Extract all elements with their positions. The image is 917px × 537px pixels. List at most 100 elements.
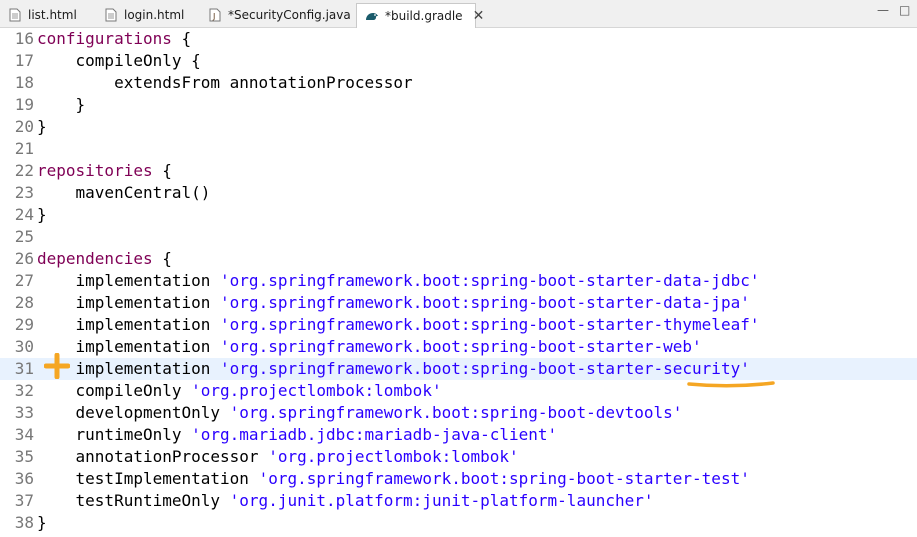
code-text: }: [37, 95, 86, 114]
code-token: implementation: [37, 271, 221, 290]
string-literal: 'org.springframework.boot:spring-boot-st…: [220, 293, 750, 312]
svg-text:J: J: [212, 12, 215, 21]
tab-build-gradle[interactable]: *build.gradle ✕: [356, 3, 484, 28]
string-literal: 'org.projectlombok:lombok': [268, 447, 519, 466]
code-text: annotationProcessor 'org.projectlombok:l…: [37, 446, 519, 468]
code-line[interactable]: 22 repositories {: [0, 160, 917, 182]
line-number: 23: [14, 183, 34, 202]
line-number: 20: [14, 117, 34, 136]
tab-label: *SecurityConfig.java: [228, 8, 351, 22]
code-line[interactable]: 18 extendsFrom annotationProcessor: [0, 72, 917, 94]
code-text: compileOnly 'org.projectlombok:lombok': [37, 380, 442, 402]
code-token: {: [171, 29, 192, 48]
code-line[interactable]: 36 testImplementation 'org.springframewo…: [0, 468, 917, 490]
code-text: testImplementation 'org.springframework.…: [37, 468, 750, 490]
code-editor[interactable]: 16 configurations {17 compileOnly {18 ext…: [0, 28, 917, 537]
code-token: testImplementation: [37, 469, 259, 488]
line-number: 24: [14, 205, 34, 224]
code-line[interactable]: 17 compileOnly {: [0, 50, 917, 72]
code-line[interactable]: 38}: [0, 512, 917, 534]
code-text: }: [37, 513, 47, 532]
code-token: runtimeOnly: [37, 425, 192, 444]
plus-icon: [44, 353, 70, 379]
code-line[interactable]: 34 runtimeOnly 'org.mariadb.jdbc:mariadb…: [0, 424, 917, 446]
tab-label: login.html: [124, 8, 185, 22]
line-number: 18: [14, 73, 34, 92]
gradle-icon: [365, 9, 379, 23]
code-line[interactable]: 25: [0, 226, 917, 248]
code-line[interactable]: 26 dependencies {: [0, 248, 917, 270]
keyword-token: repositories: [37, 161, 153, 180]
code-line[interactable]: 23 mavenCentral(): [0, 182, 917, 204]
string-literal: 'org.springframework.boot:spring-boot-st…: [220, 315, 760, 334]
tab-securityconfig-java[interactable]: J *SecurityConfig.java: [200, 3, 356, 27]
line-number: 32: [14, 381, 34, 400]
code-token: testRuntimeOnly: [37, 491, 230, 510]
line-number: 19: [14, 95, 34, 114]
code-text: configurations {: [37, 28, 191, 50]
code-line[interactable]: 33 developmentOnly 'org.springframework.…: [0, 402, 917, 424]
code-line[interactable]: 30 implementation 'org.springframework.b…: [0, 336, 917, 358]
code-line[interactable]: 31 implementation 'org.springframework.b…: [0, 358, 917, 380]
close-icon[interactable]: ✕: [473, 8, 485, 24]
tab-label: list.html: [28, 8, 77, 22]
line-number: 29: [14, 315, 34, 334]
code-text: testRuntimeOnly 'org.junit.platform:juni…: [37, 490, 654, 512]
code-line[interactable]: 16 configurations {: [0, 28, 917, 50]
line-number: 25: [14, 227, 34, 246]
code-token: compileOnly: [37, 381, 192, 400]
code-text: implementation 'org.springframework.boot…: [37, 314, 760, 336]
code-token: annotationProcessor: [37, 447, 269, 466]
code-token: {: [152, 161, 172, 180]
code-text: mavenCentral(): [37, 183, 211, 202]
code-line[interactable]: 20}: [0, 116, 917, 138]
line-number: 36: [14, 469, 34, 488]
string-literal: 'org.springframework.boot:spring-boot-st…: [220, 359, 750, 378]
tab-label: *build.gradle: [385, 9, 463, 23]
code-line[interactable]: 32 compileOnly 'org.projectlombok:lombok…: [0, 380, 917, 402]
line-number: 31: [14, 359, 34, 378]
code-text: dependencies {: [37, 248, 172, 270]
line-number: 21: [14, 139, 34, 158]
code-line[interactable]: 27 implementation 'org.springframework.b…: [0, 270, 917, 292]
string-literal: 'org.mariadb.jdbc:mariadb-java-client': [191, 425, 558, 444]
keyword-token: configurations: [37, 29, 172, 48]
code-token: {: [152, 249, 172, 268]
code-line[interactable]: 28 implementation 'org.springframework.b…: [0, 292, 917, 314]
security-underline-highlight: [687, 381, 775, 388]
tab-login-html[interactable]: login.html: [96, 3, 200, 27]
code-text: runtimeOnly 'org.mariadb.jdbc:mariadb-ja…: [37, 424, 558, 446]
line-number: 35: [14, 447, 34, 466]
line-number: 16: [14, 29, 34, 48]
line-number: 27: [14, 271, 34, 290]
editor-tab-bar: list.html login.html J *SecurityConfig.j…: [0, 0, 917, 28]
code-line[interactable]: 24}: [0, 204, 917, 226]
code-text: implementation 'org.springframework.boot…: [37, 270, 760, 292]
tab-list-html[interactable]: list.html: [0, 3, 96, 27]
line-number: 38: [14, 513, 34, 532]
code-text: }: [37, 205, 47, 224]
code-line[interactable]: 29 implementation 'org.springframework.b…: [0, 314, 917, 336]
code-text: }: [37, 117, 47, 136]
line-number: 33: [14, 403, 34, 422]
string-literal: 'org.springframework.boot:spring-boot-st…: [220, 271, 760, 290]
code-line[interactable]: 37 testRuntimeOnly 'org.junit.platform:j…: [0, 490, 917, 512]
code-line[interactable]: 35 annotationProcessor 'org.projectlombo…: [0, 446, 917, 468]
code-text: implementation 'org.springframework.boot…: [37, 336, 702, 358]
java-file-icon: J: [208, 8, 222, 22]
file-icon: [104, 8, 118, 22]
line-number: 34: [14, 425, 34, 444]
minimize-icon[interactable]: —: [877, 4, 889, 16]
line-number: 17: [14, 51, 34, 70]
code-text: developmentOnly 'org.springframework.boo…: [37, 402, 683, 424]
code-token: developmentOnly: [37, 403, 230, 422]
line-number: 22: [14, 161, 34, 180]
string-literal: 'org.junit.platform:junit-platform-launc…: [229, 491, 654, 510]
code-line[interactable]: 21: [0, 138, 917, 160]
code-text: repositories {: [37, 160, 172, 182]
code-line[interactable]: 19 }: [0, 94, 917, 116]
maximize-icon[interactable]: □: [899, 4, 911, 16]
line-number: 30: [14, 337, 34, 356]
code-text: extendsFrom annotationProcessor: [37, 73, 413, 92]
code-token: implementation: [37, 315, 221, 334]
